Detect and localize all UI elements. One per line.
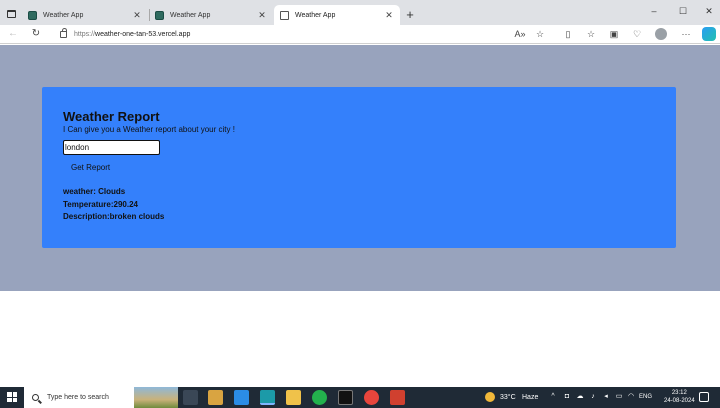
task-view-icon[interactable] <box>183 390 198 405</box>
weather-result: weather: Clouds Temperature:290.24 Descr… <box>63 186 676 224</box>
weather-sun-icon[interactable] <box>485 392 495 402</box>
show-hidden-icons-chevron-icon[interactable]: ^ <box>549 393 557 401</box>
split-screen-icon[interactable]: ▯ <box>562 28 574 40</box>
page-viewport: Weather Report I Can give you a Weather … <box>0 45 720 387</box>
close-window-button[interactable]: ✕ <box>697 4 720 18</box>
app-favicon-icon <box>28 10 37 20</box>
volume-icon[interactable]: ◂ <box>602 393 610 401</box>
file-explorer-icon[interactable] <box>286 390 301 405</box>
temperature-text: Temperature:290.24 <box>63 199 138 209</box>
video-app-icon[interactable] <box>390 390 405 405</box>
more-menu-icon[interactable]: ··· <box>680 28 692 40</box>
url-text[interactable]: https://weather-one-tan-53.vercel.app <box>74 31 190 38</box>
browser-tab-1[interactable]: Weather App ✕ <box>22 5 148 25</box>
page-subtitle: I Can give you a Weather report about yo… <box>63 125 235 134</box>
tab-title: Weather App <box>295 11 336 19</box>
edge-icon[interactable] <box>260 390 275 405</box>
favorite-star-icon[interactable]: ☆ <box>534 28 546 40</box>
windows-start-icon[interactable] <box>7 392 17 402</box>
clock[interactable]: 23:12 24-08-2024 <box>664 389 695 405</box>
tab-title: Weather App <box>43 11 84 19</box>
address-bar[interactable]: https://weather-one-tan-53.vercel.app <box>54 27 554 42</box>
close-tab-icon[interactable]: ✕ <box>257 10 267 21</box>
browser-toolbar: ← ↻ https://weather-one-tan-53.vercel.ap… <box>0 25 720 44</box>
tab-actions-menu-icon[interactable] <box>4 7 18 20</box>
weather-condition[interactable]: Haze <box>522 394 538 401</box>
search-icon <box>32 394 39 401</box>
tab-strip: Weather App ✕ Weather App ✕ Weather App … <box>0 0 720 25</box>
search-highlight-image <box>134 387 178 408</box>
maximize-button[interactable]: ☐ <box>671 4 695 18</box>
browser-tab-3-active[interactable]: Weather App ✕ <box>274 5 400 25</box>
favorites-icon[interactable]: ☆ <box>585 28 597 40</box>
taskbar-search-box[interactable]: Type here to search <box>24 387 178 408</box>
minimize-button[interactable]: – <box>642 4 666 18</box>
notification-icon[interactable] <box>699 392 709 402</box>
get-report-button[interactable]: Get Report <box>71 163 110 172</box>
lock-icon[interactable] <box>60 28 67 38</box>
network-icon[interactable]: ◘ <box>563 393 571 401</box>
weather-condition-text: weather: Clouds <box>63 187 126 196</box>
page-background: Weather Report I Can give you a Weather … <box>0 45 720 291</box>
chrome-icon[interactable] <box>364 390 379 405</box>
wifi-icon[interactable]: ◠ <box>627 393 635 401</box>
store-icon[interactable] <box>208 390 223 405</box>
profile-avatar-icon[interactable] <box>655 28 667 40</box>
terminal-icon[interactable] <box>338 390 353 405</box>
copilot-icon[interactable] <box>702 27 716 41</box>
browser-tab-2[interactable]: Weather App ✕ <box>149 5 273 25</box>
clock-date: 24-08-2024 <box>664 398 695 404</box>
city-input[interactable] <box>63 140 160 155</box>
search-placeholder: Type here to search <box>47 394 109 401</box>
onedrive-icon[interactable]: ☁ <box>576 393 584 401</box>
whatsapp-icon[interactable] <box>312 390 327 405</box>
battery-icon[interactable]: ▭ <box>615 393 623 401</box>
collections-icon[interactable]: ▣ <box>608 28 620 40</box>
refresh-icon[interactable]: ↻ <box>29 27 43 41</box>
new-tab-button[interactable]: + <box>403 8 417 22</box>
language-indicator[interactable]: ENG <box>639 394 652 400</box>
back-arrow-icon[interactable]: ← <box>6 27 20 41</box>
weather-temperature[interactable]: 33°C <box>500 394 516 401</box>
description-text: Description:broken clouds <box>63 212 165 221</box>
close-tab-icon[interactable]: ✕ <box>132 10 142 21</box>
vscode-icon[interactable] <box>234 390 249 405</box>
app-favicon-icon <box>155 10 164 20</box>
browser-essentials-icon[interactable]: ♡ <box>631 28 643 40</box>
close-tab-icon[interactable]: ✕ <box>384 10 394 21</box>
weather-card: Weather Report I Can give you a Weather … <box>42 87 676 248</box>
page-favicon-icon <box>280 10 289 20</box>
read-aloud-icon[interactable]: A» <box>514 28 526 40</box>
tab-title: Weather App <box>170 11 211 19</box>
microphone-icon[interactable]: ♪ <box>589 393 597 401</box>
clock-time: 23:12 <box>671 390 687 396</box>
page-title: Weather Report <box>63 109 160 124</box>
taskbar: Type here to search 33°C Haze ^ ◘ ☁ ♪ ◂ … <box>0 387 720 408</box>
